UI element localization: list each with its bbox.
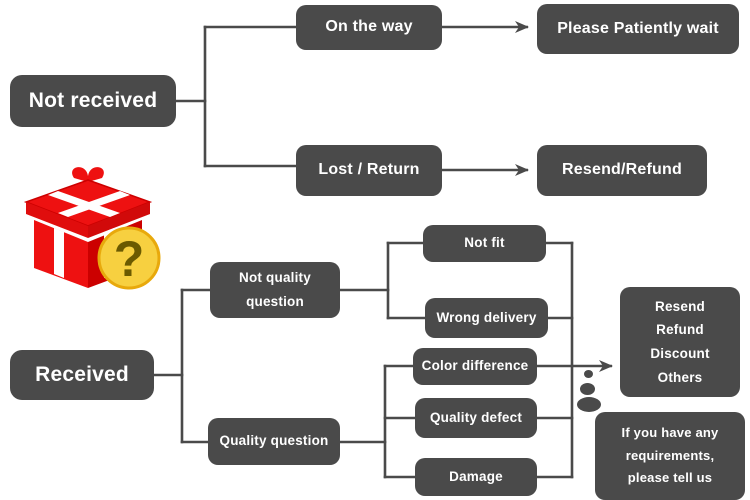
node-quality-defect-label: Quality defect — [429, 409, 523, 425]
speech-bubble-tail-dot-medium — [580, 383, 595, 395]
node-quality-question-label: Quality question — [219, 433, 329, 449]
node-on-the-way-label: On the way — [325, 18, 413, 36]
node-damage[interactable]: Damage — [415, 458, 537, 496]
node-not-received-label: Not received — [28, 88, 158, 112]
node-quality-defect[interactable]: Quality defect — [415, 398, 537, 438]
node-outcome-line-others: Others — [657, 369, 703, 385]
node-color-difference-label: Color difference — [421, 358, 529, 374]
node-not-quality-question-label-line1: Not quality — [239, 270, 311, 286]
node-wrong-delivery[interactable]: Wrong delivery — [425, 298, 548, 338]
node-not-quality-question[interactable]: Not quality question — [210, 262, 340, 318]
node-damage-label: Damage — [449, 468, 503, 484]
node-not-fit[interactable]: Not fit — [423, 225, 546, 262]
node-outcome-line-resend: Resend — [655, 298, 705, 314]
speech-bubble-tail-dot-small — [584, 370, 593, 378]
node-not-quality-question-label-line2: question — [246, 294, 304, 309]
node-outcome-line-discount: Discount — [650, 346, 710, 361]
node-outcome-line-refund: Refund — [656, 322, 704, 338]
node-lost-return[interactable]: Lost / Return — [296, 145, 442, 196]
flowchart-canvas: ? Not received On the way Please Patient… — [0, 0, 750, 500]
node-please-patiently-wait-label: Please Patiently wait — [557, 19, 719, 37]
speech-bubble-tail-dot-large — [577, 397, 601, 412]
node-outcome-options[interactable]: Resend Refund Discount Others — [620, 287, 740, 397]
node-color-difference[interactable]: Color difference — [413, 348, 537, 385]
node-received-label: Received — [35, 362, 129, 386]
node-quality-question[interactable]: Quality question — [208, 418, 340, 465]
gift-box-icon: ? — [14, 158, 166, 294]
node-resend-refund-label: Resend/Refund — [562, 161, 682, 179]
node-requirements-callout[interactable]: If you have any requirements, please tel… — [595, 412, 745, 500]
node-not-received[interactable]: Not received — [10, 75, 176, 127]
node-resend-refund[interactable]: Resend/Refund — [537, 145, 707, 196]
svg-text:?: ? — [114, 231, 145, 287]
node-wrong-delivery-label: Wrong delivery — [436, 309, 537, 325]
node-received[interactable]: Received — [10, 350, 154, 400]
node-on-the-way[interactable]: On the way — [296, 5, 442, 50]
node-not-fit-label: Not fit — [464, 235, 505, 251]
node-lost-return-label: Lost / Return — [318, 161, 420, 179]
node-please-patiently-wait[interactable]: Please Patiently wait — [537, 4, 739, 54]
node-requirements-line1: If you have any — [621, 424, 719, 440]
node-requirements-line3: please tell us — [627, 470, 713, 486]
node-requirements-line2: requirements, — [625, 447, 715, 463]
